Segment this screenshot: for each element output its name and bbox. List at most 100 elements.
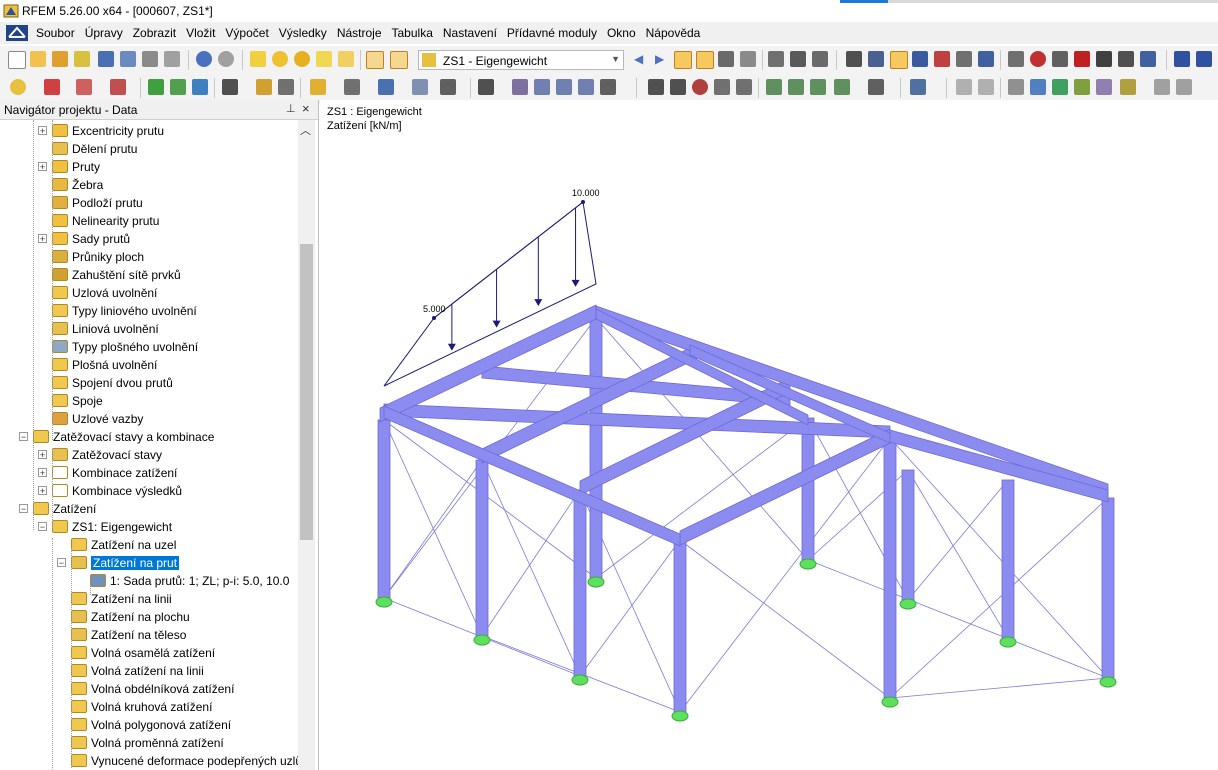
- surface-load-icon[interactable]: [278, 79, 294, 95]
- navigator-scrollbar[interactable]: ︿: [298, 120, 315, 770]
- menu-pridavne-moduly[interactable]: Přídavné moduly: [505, 22, 605, 44]
- menu-vypocet[interactable]: Výpočet: [223, 22, 276, 44]
- plane-icon[interactable]: [1030, 79, 1046, 95]
- tree-item[interactable]: + Kombinace výsledků: [0, 482, 298, 500]
- tree-item[interactable]: Volná polygonová zatížení: [0, 716, 298, 734]
- tree-item[interactable]: Typy plošného uvolnění: [0, 338, 298, 356]
- member-icon[interactable]: [76, 79, 92, 95]
- scroll-up-icon[interactable]: ︿: [300, 122, 311, 138]
- pin-icon[interactable]: ⊥: [286, 102, 296, 115]
- tree-item[interactable]: Volná osamělá zatížení: [0, 644, 298, 662]
- tree-item[interactable]: Volná proměnná zatížení: [0, 734, 298, 752]
- tree-item[interactable]: Nelinearity prutu: [0, 212, 298, 230]
- tree-item[interactable]: Průniky ploch: [0, 248, 298, 266]
- color-icon[interactable]: [1052, 79, 1068, 95]
- tree-item[interactable]: Zahuštění sítě prvků: [0, 266, 298, 284]
- box-icon[interactable]: [412, 79, 428, 95]
- view-x-icon[interactable]: [766, 79, 782, 95]
- menu-vysledky[interactable]: Výsledky: [277, 22, 335, 44]
- previous-arrow-icon[interactable]: ◀: [634, 52, 643, 66]
- copy-objects-icon[interactable]: [440, 79, 456, 95]
- tree-item[interactable]: Podloží prutu: [0, 194, 298, 212]
- collapse-icon[interactable]: −: [19, 432, 28, 442]
- section-icon[interactable]: [978, 51, 994, 67]
- open-folder-icon[interactable]: [30, 51, 46, 67]
- tree-item[interactable]: − Zatížení na prut: [0, 554, 298, 572]
- expand-icon[interactable]: +: [38, 162, 47, 172]
- tree-item[interactable]: Zatížení na plochu: [0, 608, 298, 626]
- export-icon[interactable]: [1174, 51, 1190, 67]
- view-z-icon[interactable]: [810, 79, 826, 95]
- filter-icon[interactable]: [1096, 51, 1112, 67]
- delete-icon[interactable]: [1074, 51, 1090, 67]
- tree-item[interactable]: Plošná uvolnění: [0, 356, 298, 374]
- tree-item[interactable]: − Zatížení: [0, 500, 298, 518]
- menu-tabulka[interactable]: Tabulka: [390, 22, 441, 44]
- expand-icon[interactable]: +: [38, 486, 47, 496]
- axis-icon[interactable]: [912, 51, 928, 67]
- expand-icon[interactable]: +: [38, 234, 47, 244]
- level-icon[interactable]: [1154, 79, 1170, 95]
- copy-icon[interactable]: [338, 51, 354, 67]
- generate-icon[interactable]: [512, 79, 528, 95]
- menu-zobrazit[interactable]: Zobrazit: [131, 22, 184, 44]
- tree-item[interactable]: Zatížení na uzel: [0, 536, 298, 554]
- dimension-icon[interactable]: [956, 51, 972, 67]
- edit-icon[interactable]: [250, 51, 266, 67]
- frame-icon[interactable]: [534, 79, 550, 95]
- table-icon[interactable]: [790, 51, 806, 67]
- dim-icon[interactable]: [1096, 79, 1112, 95]
- 3d-view-icon[interactable]: [736, 79, 752, 95]
- close-icon[interactable]: ×: [302, 101, 310, 116]
- tree-item[interactable]: + Pruty: [0, 158, 298, 176]
- settings-icon[interactable]: [1118, 51, 1134, 67]
- menu-nastaveni[interactable]: Nastavení: [441, 22, 505, 44]
- window-icon[interactable]: [1196, 51, 1212, 67]
- collapse-icon[interactable]: −: [57, 558, 66, 568]
- line-icon[interactable]: [44, 79, 60, 95]
- save-as-icon[interactable]: [120, 51, 136, 67]
- support-icon[interactable]: [148, 79, 164, 95]
- tree-item[interactable]: + Zatěžovací stavy: [0, 446, 298, 464]
- next-arrow-icon[interactable]: ▶: [655, 52, 664, 66]
- mirror-icon[interactable]: [1052, 51, 1068, 67]
- tree-item[interactable]: Spoje: [0, 392, 298, 410]
- save-icon[interactable]: [98, 51, 114, 67]
- collapse-icon[interactable]: −: [38, 522, 47, 532]
- print-preview-icon[interactable]: [164, 51, 180, 67]
- model-view[interactable]: 5.000 10.000 ZS1 : Eigengewicht Zatížení …: [320, 100, 1218, 770]
- plugin-icon[interactable]: [1140, 51, 1156, 67]
- guide-icon[interactable]: [934, 51, 950, 67]
- snap-icon[interactable]: [890, 51, 908, 69]
- line-support-icon[interactable]: [170, 79, 186, 95]
- table-toggle-icon[interactable]: [390, 51, 408, 69]
- view-y-icon[interactable]: [788, 79, 804, 95]
- grid-icon[interactable]: [868, 51, 884, 67]
- section-view-icon[interactable]: [956, 79, 972, 95]
- menu-nastroje[interactable]: Nástroje: [335, 22, 390, 44]
- menu-vlozit[interactable]: Vložit: [184, 22, 223, 44]
- menu-upravy[interactable]: Úpravy: [83, 22, 131, 44]
- rotate-icon[interactable]: [1030, 51, 1046, 67]
- redo-icon[interactable]: [218, 51, 234, 67]
- tree-item[interactable]: Vynucené deformace podepřených uzlů: [0, 752, 298, 770]
- member-load-icon[interactable]: [256, 79, 272, 95]
- tree-item[interactable]: Zatížení na linii: [0, 590, 298, 608]
- menu-okno[interactable]: Okno: [605, 22, 644, 44]
- comment-icon[interactable]: [1120, 79, 1136, 95]
- zoom-window-icon[interactable]: [692, 79, 708, 95]
- structure-3d-view[interactable]: 5.000 10.000: [320, 100, 1218, 770]
- measure-icon[interactable]: [1008, 51, 1024, 67]
- loadcase-select[interactable]: ZS1 - Eigengewicht ▼: [418, 50, 624, 70]
- clipping-icon[interactable]: [978, 79, 994, 95]
- tree-item[interactable]: − Zatěžovací stavy a kombinace: [0, 428, 298, 446]
- tree-item[interactable]: − ZS1: Eigengewicht: [0, 518, 298, 536]
- tree-item[interactable]: 1: Sada prutů: 1; ZL; p-i: 5.0, 10.0: [0, 572, 298, 590]
- tree-item[interactable]: Dělení prutu: [0, 140, 298, 158]
- tree-item[interactable]: Uzlové vazby: [0, 410, 298, 428]
- view-all-icon[interactable]: [648, 79, 664, 95]
- cs-icon[interactable]: [1008, 79, 1024, 95]
- move-icon[interactable]: [478, 79, 494, 95]
- select-icon[interactable]: [316, 51, 332, 67]
- surface-support-icon[interactable]: [192, 79, 208, 95]
